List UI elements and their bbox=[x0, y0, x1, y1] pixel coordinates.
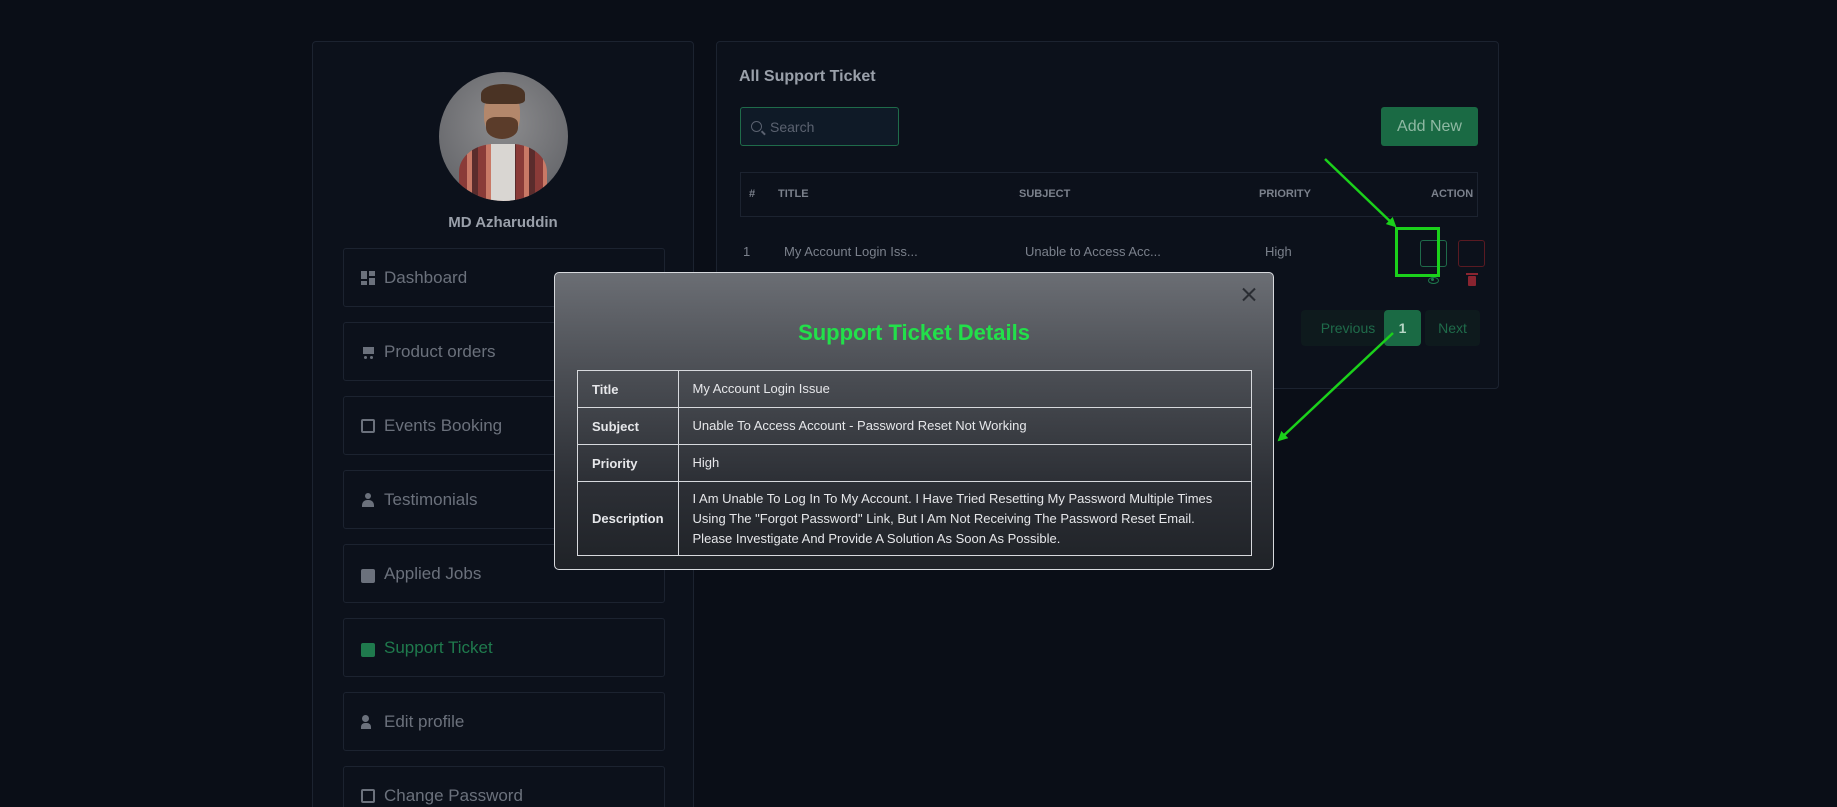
sidebar-item-label: Dashboard bbox=[384, 267, 468, 287]
eye-icon bbox=[1428, 277, 1439, 284]
detail-key: Title bbox=[577, 370, 679, 408]
dashboard-icon bbox=[361, 270, 375, 285]
table-header: # TITLE SUBJECT PRIORITY ACTION bbox=[740, 172, 1478, 217]
ticket-details-table: Title My Account Login Issue Subject Una… bbox=[577, 370, 1253, 556]
detail-row-description: Description I Am Unable To Log In To My … bbox=[577, 481, 1253, 556]
delete-ticket-button[interactable] bbox=[1458, 240, 1485, 286]
briefcase-icon bbox=[361, 568, 375, 583]
sidebar-item-label: Testimonials bbox=[384, 489, 478, 509]
column-header-number: # bbox=[749, 188, 756, 200]
sidebar-item-label: Events Booking bbox=[384, 415, 503, 435]
user-name: MD Azharuddin bbox=[448, 214, 558, 231]
trash-icon bbox=[1465, 272, 1478, 286]
detail-key: Subject bbox=[577, 407, 679, 445]
sidebar-item-change-password[interactable]: Change Password bbox=[343, 766, 665, 807]
detail-value: My Account Login Issue bbox=[677, 370, 1253, 408]
column-header-subject: SUBJECT bbox=[1019, 188, 1071, 200]
row-priority: High bbox=[1265, 244, 1292, 259]
edit-icon bbox=[361, 788, 375, 803]
sidebar-item-label: Edit profile bbox=[384, 711, 465, 731]
sidebar-item-label: Change Password bbox=[384, 785, 523, 805]
detail-value: I Am Unable To Log In To My Account. I H… bbox=[677, 481, 1253, 556]
pagination-previous[interactable]: Previous bbox=[1301, 310, 1395, 346]
detail-row-priority: Priority High bbox=[577, 444, 1253, 482]
search-box[interactable] bbox=[740, 107, 899, 146]
detail-row-title: Title My Account Login Issue bbox=[577, 370, 1253, 408]
close-icon[interactable] bbox=[1242, 287, 1256, 301]
user-icon bbox=[361, 492, 375, 507]
row-number: 1 bbox=[743, 244, 751, 259]
sidebar-item-edit-profile[interactable]: Edit profile bbox=[343, 692, 665, 751]
annotation-highlight-box bbox=[1395, 227, 1440, 277]
add-new-button[interactable]: Add New bbox=[1381, 107, 1478, 146]
detail-value: Unable To Access Account - Password Rese… bbox=[677, 407, 1253, 445]
search-input[interactable] bbox=[770, 118, 890, 135]
pagination-page-1[interactable]: 1 bbox=[1384, 310, 1421, 346]
page-title: All Support Ticket bbox=[739, 68, 876, 85]
column-header-title: TITLE bbox=[778, 188, 809, 200]
detail-row-subject: Subject Unable To Access Account - Passw… bbox=[577, 407, 1253, 445]
row-title: My Account Login Iss... bbox=[784, 244, 918, 259]
sidebar-item-support-ticket[interactable]: Support Ticket bbox=[343, 618, 665, 677]
detail-key: Priority bbox=[577, 444, 679, 482]
ticket-icon bbox=[361, 642, 375, 657]
calendar-icon bbox=[361, 418, 375, 433]
column-header-priority: PRIORITY bbox=[1259, 188, 1311, 200]
search-icon bbox=[751, 121, 762, 132]
pagination-next[interactable]: Next bbox=[1425, 310, 1480, 346]
row-subject: Unable to Access Acc... bbox=[1025, 244, 1161, 259]
ticket-details-modal: Support Ticket Details Title My Account … bbox=[554, 272, 1274, 570]
user-edit-icon bbox=[361, 714, 375, 729]
column-header-action: ACTION bbox=[1431, 188, 1474, 200]
detail-key: Description bbox=[577, 481, 679, 556]
detail-value: High bbox=[677, 444, 1253, 482]
modal-title: Support Ticket Details bbox=[798, 320, 1030, 345]
sidebar-item-label: Applied Jobs bbox=[384, 563, 482, 583]
sidebar-item-label: Product orders bbox=[384, 341, 496, 361]
sidebar-item-label: Support Ticket bbox=[384, 637, 493, 657]
avatar bbox=[439, 72, 568, 201]
cart-icon bbox=[361, 345, 375, 359]
